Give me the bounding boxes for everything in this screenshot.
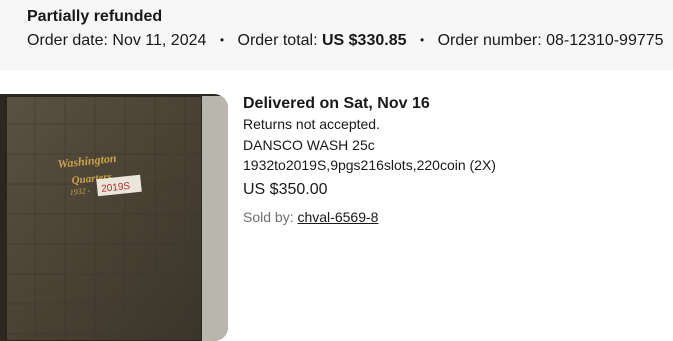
item-title-link[interactable]: DANSCO WASH 25c 1932to2019S,9pgs216slots… [243, 135, 533, 175]
order-status: Partially refunded [27, 8, 163, 25]
item-details: Delivered on Sat, Nov 16 Returns not acc… [243, 94, 663, 226]
order-meta: Order date: Nov 11, 2024 • Order total: … [27, 32, 664, 50]
returns-policy: Returns not accepted. [243, 116, 380, 132]
seller-label: Sold by: [243, 209, 294, 225]
seller-link[interactable]: chval-6569-8 [297, 209, 378, 225]
coin-album-image: Washington Quarters 1932 - 2019S [0, 94, 228, 341]
delivery-status: Delivered on Sat, Nov 16 [243, 95, 430, 112]
order-header: Partially refunded Order date: Nov 11, 2… [0, 0, 673, 70]
separator-dot: • [419, 33, 425, 47]
separator-dot: • [219, 33, 225, 47]
order-number-value: 08-12310-99775 [546, 32, 664, 49]
order-total-value: US $330.85 [321, 32, 407, 49]
item-thumbnail[interactable]: Washington Quarters 1932 - 2019S [0, 94, 228, 341]
order-date-value: Nov 11, 2024 [112, 32, 207, 49]
item-price: US $350.00 [243, 181, 328, 198]
order-number-label: Order number: [437, 32, 542, 49]
seller-info: Sold by: chval-6569-8 [243, 208, 663, 226]
order-date-label: Order date: [27, 32, 108, 49]
order-total-label: Order total: [237, 32, 318, 49]
